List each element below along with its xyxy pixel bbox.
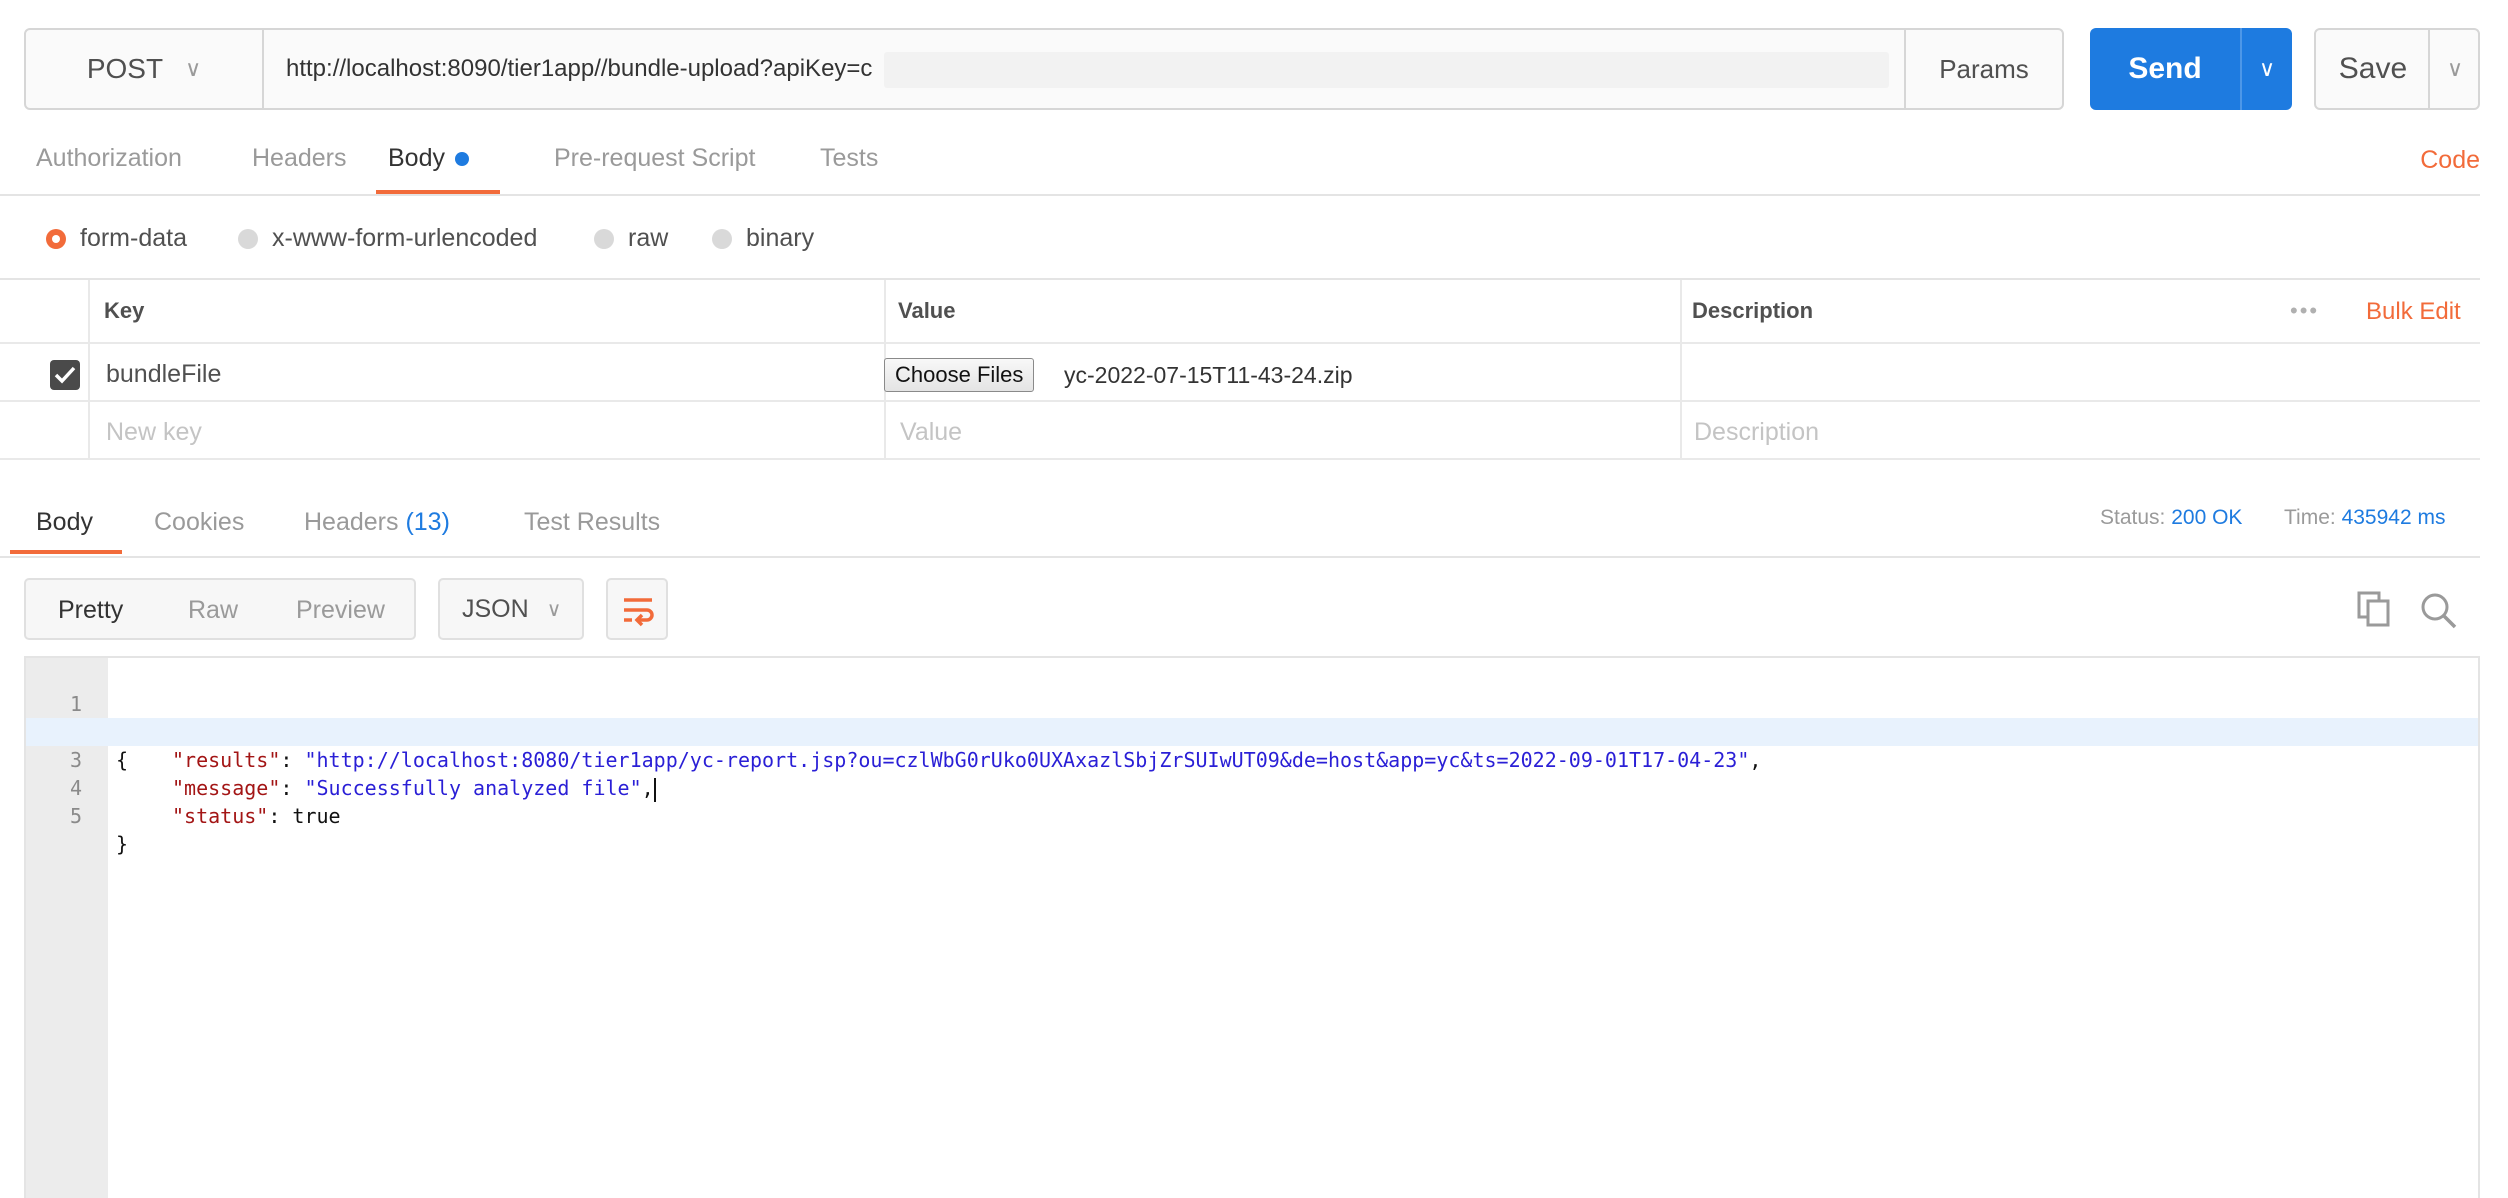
param-key[interactable]: bundleFile	[106, 360, 221, 389]
code-link[interactable]: Code	[2420, 146, 2480, 175]
table-row: bundleFile Choose Files yc-2022-07-15T11…	[0, 344, 2480, 402]
chevron-down-icon: ∨	[185, 56, 202, 81]
save-button[interactable]: Save ∨	[2314, 28, 2480, 110]
table-header-row: Key Value Description ••• Bulk Edit	[0, 280, 2480, 344]
tab-pre-request-script[interactable]: Pre-request Script	[554, 144, 755, 194]
radio-unselected-icon	[594, 228, 614, 249]
radio-x-www-form-urlencoded[interactable]: x-www-form-urlencoded	[238, 224, 537, 253]
header-key: Key	[104, 298, 145, 323]
time-label: Time:	[2284, 506, 2336, 529]
url-input[interactable]: http://localhost:8090/tier1app//bundle-u…	[262, 28, 1928, 110]
tab-authorization[interactable]: Authorization	[36, 144, 182, 194]
send-options-chevron-icon[interactable]: ∨	[2242, 28, 2292, 110]
view-preview-button[interactable]: Preview	[296, 596, 385, 625]
request-bar: POST ∨ http://localhost:8090/tier1app//b…	[24, 28, 2480, 110]
active-tab-indicator	[376, 190, 500, 194]
modified-dot-icon	[454, 152, 469, 167]
view-raw-button[interactable]: Raw	[188, 596, 238, 625]
row-enabled-checkbox[interactable]	[50, 360, 80, 390]
redacted-region	[884, 52, 1889, 88]
url-text: http://localhost:8090/tier1app//bundle-u…	[286, 55, 873, 82]
time-value: 435942 ms	[2341, 506, 2446, 529]
active-tab-indicator	[10, 550, 122, 554]
code-text: "status": true	[172, 804, 341, 828]
send-button[interactable]: Send ∨	[2090, 28, 2292, 110]
radio-binary[interactable]: binary	[712, 224, 814, 253]
radio-raw-label: raw	[628, 224, 669, 252]
method-select[interactable]: POST ∨	[24, 28, 264, 110]
header-value: Value	[898, 298, 956, 323]
radio-binary-label: binary	[746, 224, 815, 252]
time-readout: Time: 435942 ms	[2284, 506, 2445, 530]
code-line: 5 }	[26, 774, 2478, 856]
bulk-edit-link[interactable]: Bulk Edit	[2366, 298, 2461, 326]
header-description: Description	[1692, 298, 1814, 323]
radio-selected-icon	[46, 228, 66, 249]
format-select[interactable]: JSON ∨	[438, 578, 584, 640]
request-tabs: Authorization Headers Body Pre-request S…	[0, 132, 2480, 196]
radio-form-data[interactable]: form-data	[46, 224, 187, 253]
chevron-down-icon: ∨	[546, 598, 562, 621]
send-label: Send	[2128, 52, 2202, 85]
tab-body[interactable]: Body	[388, 144, 469, 194]
params-label: Params	[1939, 53, 2029, 84]
new-description-input[interactable]: Description	[1694, 418, 1819, 447]
json-key: "status"	[172, 804, 269, 828]
headers-count-badge: (13)	[405, 508, 450, 536]
tab-tests[interactable]: Tests	[820, 144, 878, 194]
table-row-new: New key Value Description	[0, 402, 2480, 460]
code-line: 1 ▾ {	[26, 662, 2478, 772]
more-options-icon[interactable]: •••	[2290, 298, 2319, 324]
code-line-active: 3 "message": "Successfully analyzed file…	[26, 718, 2478, 802]
view-pretty-button[interactable]: Pretty	[58, 596, 123, 625]
radio-urlencoded-label: x-www-form-urlencoded	[272, 224, 538, 252]
view-mode-switch: Pretty Raw Preview	[24, 578, 416, 640]
tab-headers[interactable]: Headers	[252, 144, 347, 194]
code-line: 2 "results": "http://localhost:8080/tier…	[26, 690, 2478, 772]
code-line: 4 "status": true	[26, 746, 2478, 828]
format-label: JSON	[462, 594, 529, 623]
status-readout: Status: 200 OK	[2100, 506, 2242, 530]
radio-raw[interactable]: raw	[594, 224, 668, 253]
radio-form-data-label: form-data	[80, 224, 187, 252]
line-number: 5	[69, 804, 82, 828]
selected-file-name: yc-2022-07-15T11-43-24.zip	[1064, 362, 1353, 388]
copy-icon[interactable]	[2356, 590, 2392, 633]
body-type-selector: form-data x-www-form-urlencoded raw bina…	[0, 198, 2480, 280]
radio-unselected-icon	[712, 228, 732, 249]
method-label: POST	[86, 53, 164, 84]
save-options-chevron-icon[interactable]: ∨	[2430, 30, 2480, 108]
new-value-input[interactable]: Value	[900, 418, 962, 447]
params-table: Key Value Description ••• Bulk Edit bund…	[0, 280, 2480, 470]
code-text: }	[116, 832, 129, 856]
choose-files-button[interactable]: Choose Files	[884, 358, 1035, 392]
json-boolean-value: true	[292, 804, 341, 828]
new-key-input[interactable]: New key	[106, 418, 202, 447]
wrap-lines-button[interactable]	[606, 578, 668, 640]
response-tab-headers-label: Headers	[304, 508, 399, 536]
checkmark-icon	[54, 366, 76, 384]
radio-unselected-icon	[238, 228, 258, 249]
response-tabs: Body Cookies Headers (13) Test Results S…	[0, 490, 2480, 558]
save-label: Save	[2338, 52, 2408, 85]
params-button[interactable]: Params	[1904, 28, 2064, 110]
search-icon[interactable]	[2418, 590, 2458, 635]
response-tab-test-results[interactable]: Test Results	[524, 508, 660, 558]
status-value: 200 OK	[2171, 506, 2243, 529]
response-body-editor[interactable]: 1 ▾ { 2 "results": "http://localhost:808…	[24, 656, 2480, 1198]
response-tab-cookies[interactable]: Cookies	[154, 508, 244, 558]
status-label: Status:	[2100, 506, 2166, 529]
tab-body-label: Body	[388, 144, 445, 172]
response-tab-headers[interactable]: Headers (13)	[304, 508, 450, 558]
wrap-lines-icon	[624, 598, 654, 627]
